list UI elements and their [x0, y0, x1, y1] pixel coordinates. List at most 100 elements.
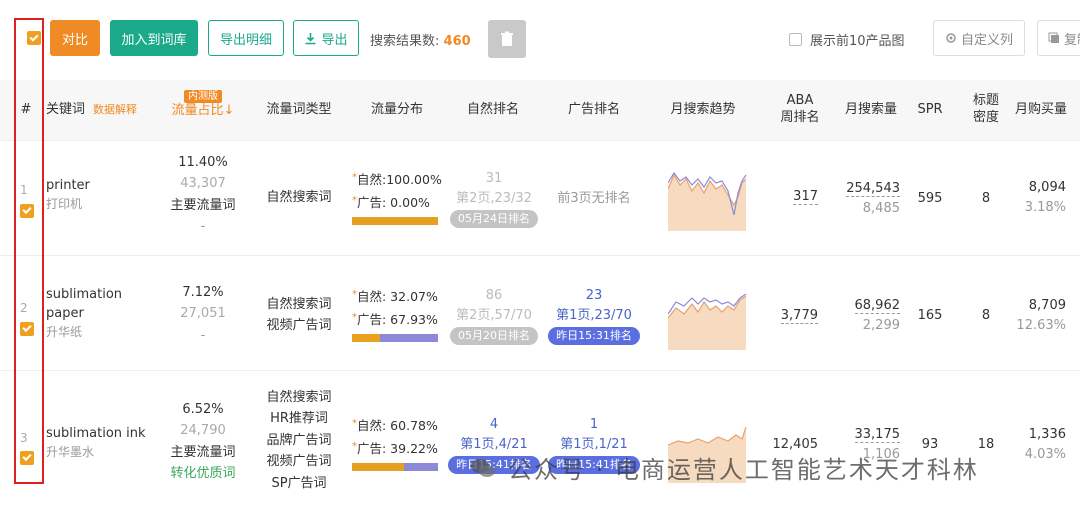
header-index: #: [20, 101, 32, 117]
header-title-line2: 密度: [972, 110, 999, 125]
header-monthly-trend: 月搜索趋势: [670, 101, 736, 117]
natural-rank-date-badge: 05月24日排名: [450, 210, 538, 229]
aba-rank[interactable]: 317: [793, 189, 818, 205]
traffic-type: 视频广告词: [266, 454, 332, 470]
dist-natural: 自然: 60.78%: [357, 418, 438, 433]
natural-rank-detail: 第2页,23/32: [456, 191, 532, 207]
traffic-type: SP广告词: [271, 475, 327, 491]
row-index: 1: [20, 183, 28, 197]
traffic-type: HR推荐词: [270, 411, 328, 427]
traffic-type: 品牌广告词: [266, 432, 332, 448]
keyword-cn: 打印机: [46, 196, 83, 211]
monthly-search-cell: 254,543 8,485: [830, 179, 900, 219]
share-quality-tag: 转化优质词: [170, 466, 236, 482]
show-top10-checkbox[interactable]: [789, 33, 802, 46]
traffic-distribution-cell: *自然:100.00% *广告: 0.00%: [352, 169, 444, 225]
delete-button[interactable]: [488, 20, 526, 58]
header-aba-line1: ABA: [786, 93, 814, 109]
monthly-search[interactable]: 68,962: [854, 298, 900, 314]
custom-columns-label: 自定义列: [960, 32, 1013, 48]
keyword-en[interactable]: sublimation ink: [46, 425, 156, 444]
header-traffic-share[interactable]: 内测版 流量占比↓: [162, 80, 244, 140]
add-to-lexicon-button[interactable]: 加入到词库: [110, 20, 198, 56]
header-monthly-purchase[interactable]: 月购买量: [1008, 80, 1074, 140]
traffic-type: 视频广告词: [266, 318, 332, 334]
share-pct: 7.12%: [182, 285, 224, 300]
compare-button[interactable]: 对比: [50, 20, 100, 56]
keyword-cell: sublimation ink 升华墨水: [46, 425, 156, 461]
monthly-trend-chart[interactable]: [667, 169, 748, 231]
traffic-share-cell: 11.40% 43,307 主要流量词 -: [162, 152, 244, 238]
monthly-purchase-cell: 1,336 4.03%: [1000, 425, 1066, 465]
row-index: 3: [20, 431, 28, 445]
keyword-cell: sublimation paper 升华纸: [46, 286, 156, 341]
dist-natural: 自然:100.00%: [357, 172, 442, 187]
aba-rank-cell: 317: [770, 189, 818, 205]
show-top10-label: 展示前10产品图: [810, 34, 905, 49]
ad-rank-date-badge: 昨日15:31排名: [548, 327, 640, 346]
custom-columns-button[interactable]: 自定义列: [933, 20, 1025, 56]
monthly-purchase: 1,336: [1028, 427, 1066, 442]
monthly-trend-chart[interactable]: [667, 288, 748, 350]
keyword-cn: 升华墨水: [46, 444, 95, 459]
aba-rank[interactable]: 3,779: [780, 308, 818, 324]
show-top10-option[interactable]: 展示前10产品图: [789, 30, 905, 49]
distribution-bar-natural: [352, 334, 380, 342]
header-traffic-distribution: 流量分布: [370, 101, 423, 117]
gear-icon: [946, 33, 956, 43]
copy-button[interactable]: 复制: [1037, 20, 1080, 56]
ad-rank-cell: 23 第1页,23/70 昨日15:31排名: [548, 286, 640, 346]
monthly-purchase-cell: 8,094 3.18%: [1000, 178, 1066, 218]
traffic-distribution-cell: *自然: 60.78% *广告: 39.22%: [352, 415, 444, 471]
data-explain-link[interactable]: 数据解释: [93, 103, 137, 117]
ad-rank-top: 1: [589, 417, 599, 432]
table-row: 2 sublimation paper 升华纸 7.12% 27,051 - 自…: [0, 255, 1080, 370]
select-all-checkbox[interactable]: [27, 31, 41, 45]
header-traffic-type: 流量词类型: [266, 101, 332, 117]
copy-icon: [1048, 32, 1059, 43]
dist-natural: 自然: 32.07%: [357, 289, 438, 304]
traffic-share-cell: 7.12% 27,051 -: [162, 282, 244, 346]
share-num: 43,307: [180, 176, 226, 192]
header-aba-line2: 周排名: [780, 110, 820, 125]
internal-badge: 内测版: [184, 90, 222, 104]
keyword-cell: printer 打印机: [46, 177, 156, 213]
header-title-line1: 标题: [972, 93, 999, 109]
header-keyword: 关键词 数据解释: [46, 80, 156, 140]
traffic-type-cell: 自然搜索词: [254, 187, 344, 208]
export-label: 导出: [321, 32, 348, 48]
header-spr[interactable]: SPR: [910, 80, 950, 140]
natural-rank-top: 4: [489, 417, 499, 432]
dist-ad: 广告: 67.93%: [357, 311, 438, 327]
share-num: 27,051: [180, 306, 226, 322]
keyword-en[interactable]: printer: [46, 177, 156, 196]
header-title-density[interactable]: 标题 密度: [966, 80, 1006, 140]
share-pct: 11.40%: [178, 155, 228, 170]
natural-rank-cell: 31 第2页,23/32 05月24日排名: [448, 169, 540, 229]
row-checkbox[interactable]: [20, 451, 34, 465]
ad-rank-detail: 第1页,23/70: [556, 308, 632, 324]
header-ad-rank: 广告排名: [567, 101, 620, 117]
wechat-icon: [471, 458, 495, 477]
monthly-purchase-cell: 8,709 12.63%: [1000, 296, 1066, 336]
monthly-search-sub: 8,485: [862, 201, 900, 217]
monthly-purchase: 8,709: [1028, 298, 1066, 313]
row-checkbox[interactable]: [20, 322, 34, 336]
monthly-search[interactable]: 33,175: [854, 427, 900, 443]
download-icon: [305, 32, 316, 44]
monthly-search[interactable]: 254,543: [846, 181, 900, 197]
header-aba-rank[interactable]: ABA 周排名: [770, 80, 830, 140]
purchase-rate: 3.18%: [1024, 200, 1066, 216]
spr-value: 165: [917, 308, 943, 323]
keyword-en[interactable]: sublimation paper: [46, 286, 126, 324]
toolbar: 对比 加入到词库 导出明细 导出 搜索结果数: 460 展示前10产品图 自定义…: [0, 0, 1080, 80]
export-detail-button[interactable]: 导出明细: [208, 20, 284, 56]
copy-label: 复制: [1064, 32, 1080, 48]
share-tag: 主要流量词: [170, 444, 236, 460]
header-monthly-search[interactable]: 月搜索量: [836, 80, 906, 140]
share-pct: 6.52%: [182, 402, 224, 417]
export-button[interactable]: 导出: [293, 20, 359, 56]
trash-icon: [501, 31, 513, 46]
share-extra: -: [200, 327, 206, 343]
row-checkbox[interactable]: [20, 204, 34, 218]
